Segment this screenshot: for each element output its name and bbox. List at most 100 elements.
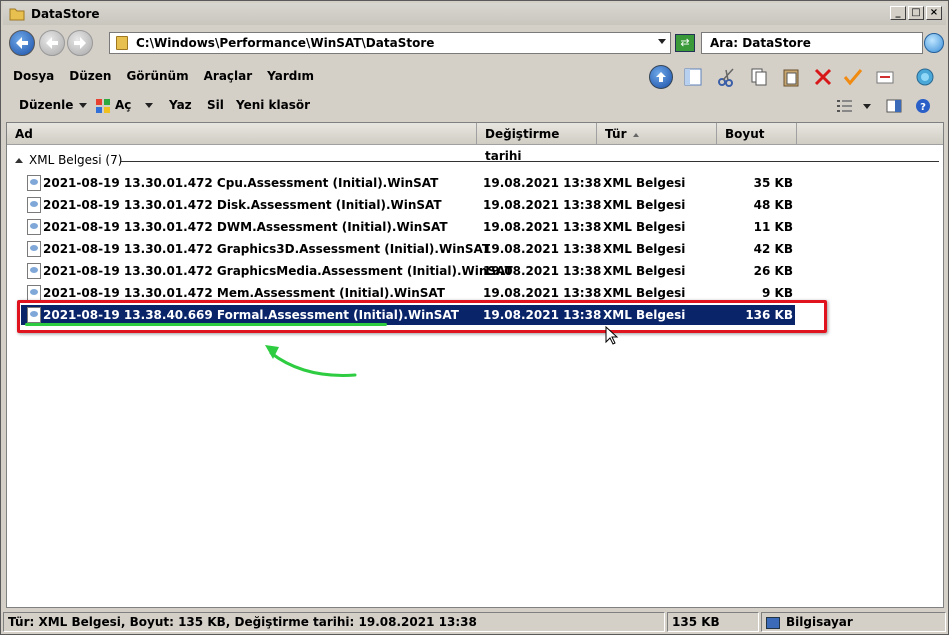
menu-help[interactable]: Yardım: [267, 69, 314, 83]
arrow-left-icon: [46, 37, 58, 49]
history-forward-button[interactable]: [67, 30, 93, 56]
up-folder-icon[interactable]: [649, 65, 673, 89]
menu-file[interactable]: Dosya: [13, 69, 54, 83]
address-row: C:\Windows\Performance\WinSAT\DataStore …: [3, 27, 946, 61]
table-row[interactable]: 2021-08-19 13.30.01.472 GraphicsMedia.As…: [21, 261, 795, 281]
xml-file-icon: [27, 175, 41, 191]
group-label: XML Belgesi (7): [29, 153, 123, 167]
xml-file-icon: [27, 197, 41, 213]
mouse-cursor-icon: [605, 326, 619, 345]
column-type-label: Tür: [605, 127, 627, 141]
menu-tools[interactable]: Araçlar: [204, 69, 253, 83]
xml-file-icon: [27, 219, 41, 235]
file-type: XML Belgesi: [603, 242, 686, 256]
back-button[interactable]: [9, 30, 35, 56]
file-type: XML Belgesi: [603, 286, 686, 300]
column-header-name[interactable]: Ad: [7, 123, 477, 145]
organize-label: Düzenle: [19, 98, 74, 112]
help-icon[interactable]: ?: [915, 98, 931, 114]
close-button[interactable]: ×: [926, 6, 942, 20]
email-icon[interactable]: [873, 65, 897, 89]
collapse-group-icon[interactable]: [15, 157, 23, 163]
file-type: XML Belgesi: [603, 176, 686, 190]
folders-pane-icon[interactable]: [681, 65, 705, 89]
file-type: XML Belgesi: [603, 198, 686, 212]
column-header-size[interactable]: Boyut: [717, 123, 797, 145]
view-list-icon[interactable]: [837, 99, 853, 113]
file-date: 19.08.2021 13:38: [483, 176, 602, 190]
column-header-row: Ad Değiştirme tarihi Tür Boyut: [7, 123, 943, 163]
menu-view[interactable]: Görünüm: [126, 69, 188, 83]
command-bar: Düzenle Aç Yaz Sil Yeni klasör ?: [3, 93, 946, 119]
file-name: 2021-08-19 13.30.01.472 GraphicsMedia.As…: [43, 264, 513, 278]
file-list-view[interactable]: Ad Değiştirme tarihi Tür Boyut XML Belge…: [6, 122, 944, 608]
chevron-down-icon: [145, 103, 154, 108]
computer-icon: [766, 616, 780, 629]
file-name: 2021-08-19 13.30.01.472 Disk.Assessment …: [43, 198, 442, 212]
title-bar[interactable]: DataStore _ □ ×: [3, 3, 946, 25]
print-button[interactable]: Yaz: [169, 98, 192, 112]
menu-bar: Dosya Düzen Görünüm Araçlar Yardım: [13, 69, 329, 83]
address-path: C:\Windows\Performance\WinSAT\DataStore: [136, 36, 435, 50]
column-header-type[interactable]: Tür: [597, 123, 717, 145]
file-size: 48 KB: [753, 198, 793, 212]
search-icon[interactable]: [924, 33, 944, 53]
table-row[interactable]: 2021-08-19 13.30.01.472 DWM.Assessment (…: [21, 217, 795, 237]
status-size: 135 KB: [667, 612, 759, 632]
file-date: 19.08.2021 13:38: [483, 286, 602, 300]
delete-button[interactable]: Sil: [207, 98, 224, 112]
search-input[interactable]: Ara: DataStore: [701, 32, 923, 54]
open-app-icon: [96, 99, 110, 113]
file-size: 11 KB: [753, 220, 793, 234]
file-type: XML Belgesi: [603, 264, 686, 278]
explorer-window: DataStore _ □ × C:\Windows\Performance\W…: [0, 0, 949, 635]
address-dropdown-icon[interactable]: [658, 39, 666, 44]
paste-icon[interactable]: [779, 65, 803, 89]
globe-icon[interactable]: [913, 65, 937, 89]
window-title: DataStore: [31, 7, 100, 21]
cut-icon[interactable]: [715, 65, 739, 89]
annotation-arrow-icon: [265, 345, 357, 377]
annotation-highlight-box: [17, 300, 827, 333]
file-size: 26 KB: [753, 264, 793, 278]
menu-toolbar-row: Dosya Düzen Görünüm Araçlar Yardım: [3, 63, 946, 91]
minimize-button[interactable]: _: [890, 6, 906, 20]
annotation-underline: [25, 323, 387, 326]
file-date: 19.08.2021 13:38: [483, 198, 602, 212]
xml-file-icon: [27, 263, 41, 279]
status-details: Tür: XML Belgesi, Boyut: 135 KB, Değişti…: [3, 612, 665, 632]
table-row[interactable]: 2021-08-19 13.30.01.472 Cpu.Assessment (…: [21, 173, 795, 193]
open-button[interactable]: Aç: [115, 98, 154, 112]
preview-pane-icon[interactable]: [886, 98, 902, 114]
group-divider: [121, 161, 939, 162]
column-header-date[interactable]: Değiştirme tarihi: [477, 123, 597, 163]
new-folder-button[interactable]: Yeni klasör: [236, 98, 310, 112]
file-date: 19.08.2021 13:38: [483, 242, 602, 256]
file-size: 9 KB: [762, 286, 793, 300]
copy-icon[interactable]: [747, 65, 771, 89]
file-date: 19.08.2021 13:38: [483, 264, 602, 278]
file-type: XML Belgesi: [603, 220, 686, 234]
view-chevron-down-icon[interactable]: [863, 104, 871, 109]
properties-check-icon[interactable]: [841, 65, 865, 89]
svg-text:?: ?: [920, 102, 926, 113]
folder-icon: [9, 8, 25, 21]
maximize-button[interactable]: □: [908, 6, 924, 20]
forward-button[interactable]: [39, 30, 65, 56]
address-bar[interactable]: C:\Windows\Performance\WinSAT\DataStore: [109, 32, 671, 54]
organize-button[interactable]: Düzenle: [19, 98, 88, 112]
group-header[interactable]: XML Belgesi (7): [15, 153, 122, 167]
column-name-label: Ad: [15, 127, 33, 141]
status-zone-label: Bilgisayar: [786, 615, 853, 629]
file-name: 2021-08-19 13.30.01.472 Graphics3D.Asses…: [43, 242, 491, 256]
delete-icon[interactable]: [811, 65, 835, 89]
sort-ascending-icon: [632, 132, 639, 137]
menu-edit[interactable]: Düzen: [69, 69, 111, 83]
table-row[interactable]: 2021-08-19 13.30.01.472 Disk.Assessment …: [21, 195, 795, 215]
table-row[interactable]: 2021-08-19 13.30.01.472 Graphics3D.Asses…: [21, 239, 795, 259]
chevron-down-icon: [79, 103, 88, 108]
refresh-button[interactable]: ⇄: [675, 34, 695, 52]
xml-file-icon: [27, 285, 41, 301]
file-name: 2021-08-19 13.30.01.472 Mem.Assessment (…: [43, 286, 445, 300]
status-zone: Bilgisayar: [761, 612, 946, 632]
